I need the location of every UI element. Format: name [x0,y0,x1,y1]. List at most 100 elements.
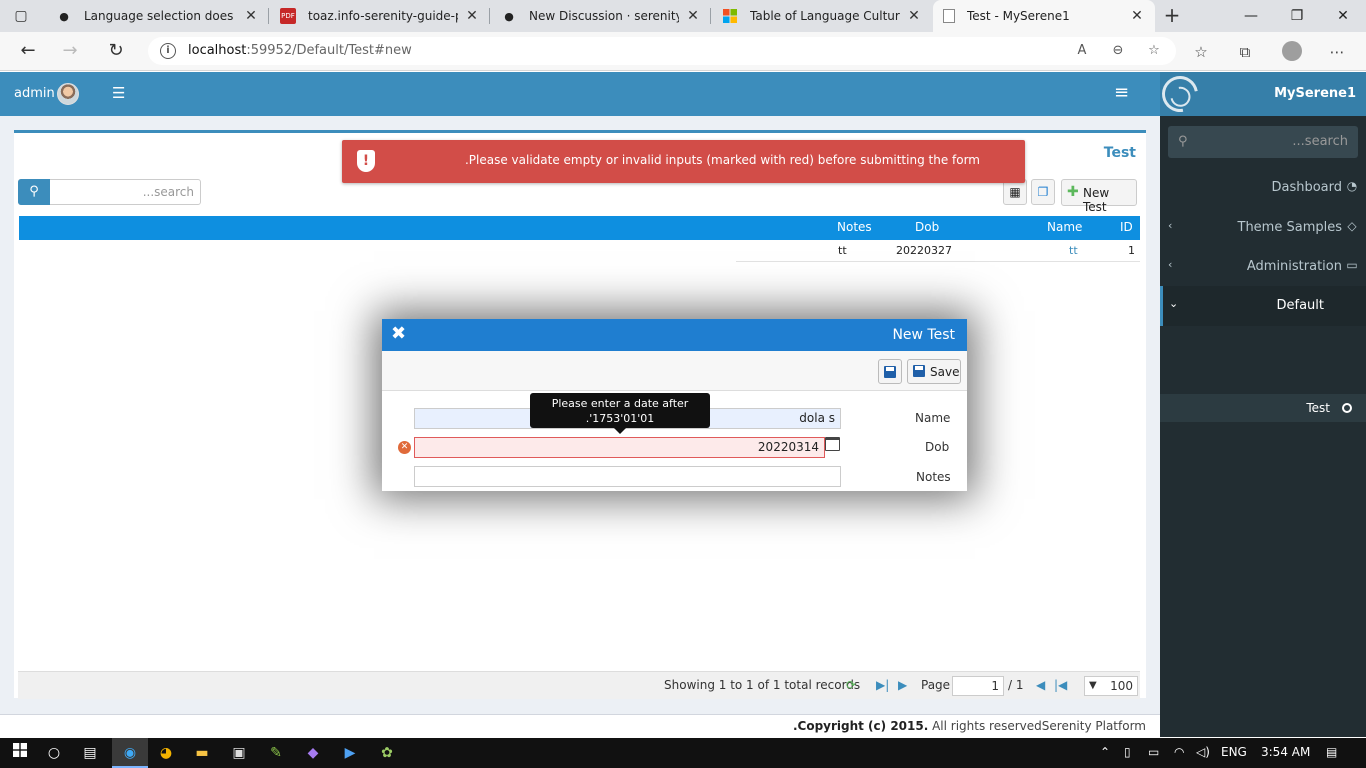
browser-tab-3[interactable]: ● New Discussion · serenity-is/S ✕ [491,0,711,32]
chevron-down-icon: ⌄ [1169,297,1179,310]
tray-chevron-up-icon[interactable]: ⌃ [1100,745,1110,759]
dialog-toolbar: Save [382,351,967,391]
username-label[interactable]: admin [14,86,55,101]
tab-title: Test - MySerene1 [967,9,1070,23]
close-icon[interactable]: ✖ [391,324,406,344]
tab-actions-icon[interactable]: ▢ [12,7,30,25]
close-tab-icon[interactable]: ✕ [906,8,922,24]
sidebar-subitem-test[interactable]: Test [1160,394,1366,422]
new-tab-icon[interactable]: + [1161,5,1183,27]
circle-icon [1342,403,1352,413]
browser-tab-5-active[interactable]: Test - MySerene1 ✕ [933,0,1155,32]
sidebar-item-default[interactable]: ⌄ Default [1160,286,1366,326]
close-tab-icon[interactable]: ✕ [1129,8,1145,24]
refresh-icon[interactable]: ⟳ [846,678,856,692]
notes-field[interactable] [414,466,841,487]
windows-taskbar: ○ ▤ ◉ ◕ ▬ ▣ ✎ ◆ ▶ ✿ ⌃ ▯ ▭ ◠ ◁) ENG 3:54 … [0,738,1366,768]
zoom-icon[interactable]: ⊖ [1108,42,1128,60]
column-header-id[interactable]: ID [1120,220,1133,234]
close-tab-icon[interactable]: ✕ [243,8,259,24]
cell-id: 1 [1128,244,1135,257]
window-close-icon[interactable]: ✕ [1320,0,1366,32]
cell-name-link[interactable]: tt [1069,244,1078,257]
page-title: Test [1103,145,1136,161]
first-page-icon[interactable]: |◀ [1054,678,1067,692]
close-tab-icon[interactable]: ✕ [685,8,701,24]
plus-icon: ✚ [1067,184,1079,200]
battery-icon[interactable]: ▭ [1148,745,1159,759]
page-size-select[interactable]: ▼ 100 [1084,676,1138,696]
previous-page-icon[interactable]: ◀ [1036,678,1045,692]
favorite-add-icon[interactable]: ☆ [1144,42,1164,60]
shield-alert-icon: ! [357,150,375,172]
more-menu-icon[interactable]: ⋯ [1326,41,1348,63]
alert-message: .Please validate empty or invalid inputs… [464,153,980,167]
device-icon[interactable]: ▯ [1124,745,1131,759]
reload-icon[interactable]: ↻ [104,40,128,62]
browser-tab-4[interactable]: Table of Language Culture Na ✕ [712,0,932,32]
search-icon[interactable]: ⚲ [18,179,50,205]
cell-notes: tt [838,244,847,257]
cell-dob: 20220327 [896,244,952,257]
table-row[interactable]: tt 20220327 tt 1 [736,240,1140,262]
copy-icon: ❐ [1037,185,1049,199]
read-aloud-icon[interactable]: A [1072,42,1092,60]
sidebar-item-dashboard[interactable]: Dashboard ◔ [1160,168,1366,208]
calendar-icon[interactable] [825,437,840,451]
column-header-notes[interactable]: Notes [837,220,872,234]
browser-tab-2[interactable]: PDF toaz.info-serenity-guide-pr_d ✕ [270,0,490,32]
user-avatar[interactable] [57,83,79,105]
sliders-icon[interactable]: ☰ [112,84,125,102]
back-icon[interactable]: ← [16,40,40,62]
tool-icon[interactable]: ✎ [266,743,286,763]
sidebar-item-theme-samples[interactable]: ‹ Theme Samples ◇ [1160,208,1366,248]
edge-icon[interactable]: ◉ [120,743,140,763]
language-indicator[interactable]: ENG [1221,745,1247,759]
hamburger-menu-icon[interactable]: ≡ [1114,82,1129,103]
sidebar-brand[interactable]: MySerene1 [1154,68,1366,120]
site-info-icon[interactable]: i [160,43,176,59]
file-explorer-icon[interactable]: ▬ [192,743,212,763]
sidebar-search-input[interactable]: ⚲ ...search [1168,126,1358,158]
dob-date-field[interactable]: 20220314 [414,437,825,458]
column-header-name[interactable]: Name [1047,220,1082,234]
column-header-dob[interactable]: Dob [915,220,939,234]
chrome-icon[interactable]: ◕ [156,743,176,763]
page-number-input[interactable]: 1 [952,676,1004,696]
close-tab-icon[interactable]: ✕ [464,8,480,24]
wifi-icon[interactable]: ◠ [1174,745,1184,759]
sidebar-item-label: Test [1306,401,1330,415]
github-icon: ● [59,9,69,23]
refresh-columns-button[interactable]: ❐ [1031,179,1055,205]
app-icon[interactable]: ✿ [377,743,397,763]
apply-changes-button[interactable] [878,359,902,384]
forward-icon[interactable]: → [58,40,82,62]
minimize-icon[interactable]: — [1228,0,1274,32]
visual-studio-icon[interactable]: ◆ [303,743,323,763]
collections-icon[interactable]: ⧉ [1234,41,1256,63]
task-view-icon[interactable]: ▤ [80,743,100,763]
powershell-icon[interactable]: ▶ [340,743,360,763]
store-icon[interactable]: ▣ [229,743,249,763]
profile-avatar[interactable] [1282,41,1302,61]
clock[interactable]: 3:54 AM [1261,745,1310,759]
browser-tab-1[interactable]: ● Language selection does not ✕ [46,0,269,32]
grid-search-input[interactable]: ⚲ ...search [18,179,201,205]
address-bar[interactable]: i localhost:59952/Default/Test#new A ⊖ ☆ [148,37,1176,65]
favorites-icon[interactable]: ☆ [1190,41,1212,63]
sidebar-item-label: Default [1276,298,1325,313]
url-text[interactable]: localhost:59952/Default/Test#new [188,43,412,58]
restore-icon[interactable]: ❐ [1274,0,1320,32]
new-test-button[interactable]: ✚ New Test [1061,179,1137,214]
save-button[interactable]: Save [907,359,961,384]
chevron-down-icon: ▼ [1089,680,1097,691]
last-page-icon[interactable]: ▶| [876,678,889,692]
volume-icon[interactable]: ◁) [1196,745,1210,759]
next-page-icon[interactable]: ▶ [898,678,907,692]
dialog-titlebar[interactable]: ✖ New Test [382,319,967,351]
search-icon[interactable]: ○ [44,743,64,763]
notifications-icon[interactable]: ▤ [1326,745,1337,759]
footer: .Copyright (c) 2015. All rights reserved… [0,714,1160,738]
windows-start-icon[interactable] [10,743,30,763]
sidebar-item-administration[interactable]: ‹ Administration ▭ [1160,247,1366,287]
